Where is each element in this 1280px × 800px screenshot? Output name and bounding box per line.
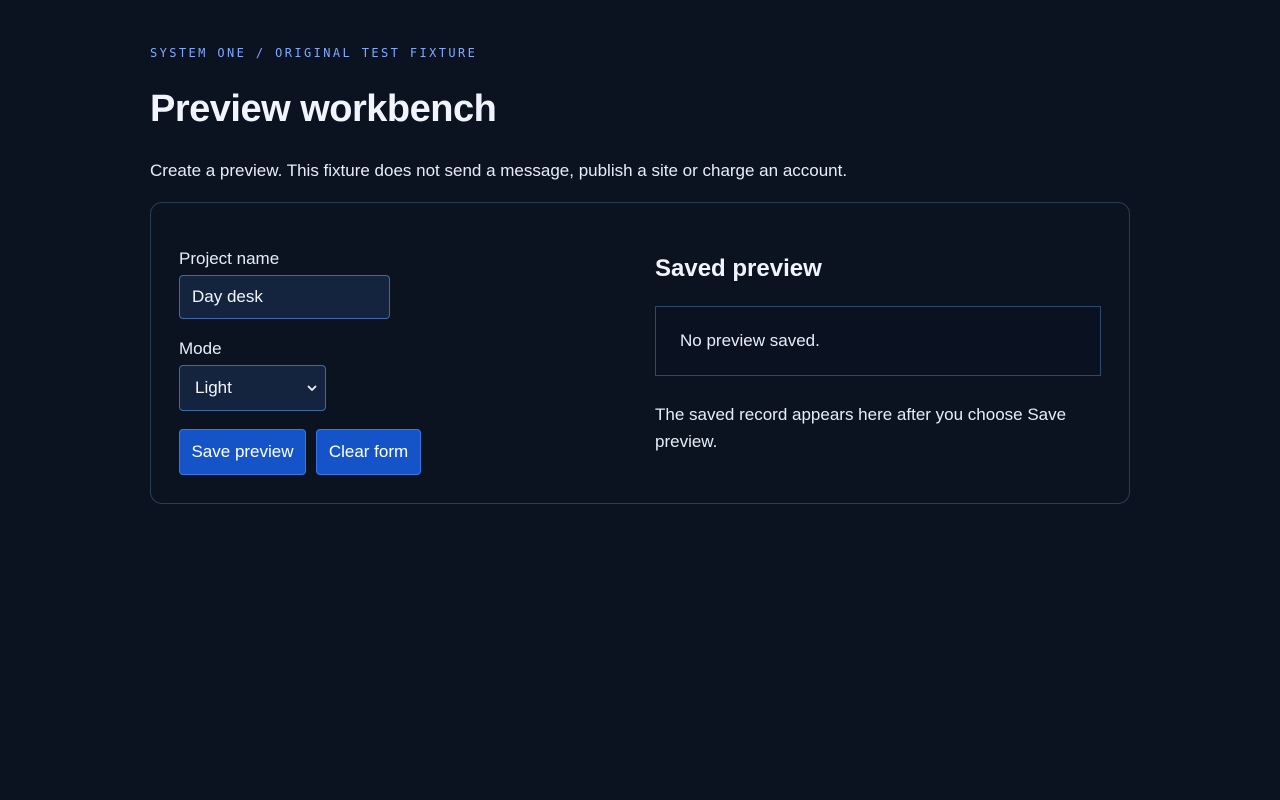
mode-select[interactable]: Light	[179, 365, 326, 411]
page-description: Create a preview. This fixture does not …	[150, 161, 848, 180]
saved-preview-status: No preview saved.	[680, 331, 820, 350]
page-title: Preview workbench	[150, 88, 497, 130]
workbench-panel: Project name Mode Light Save preview Cle…	[150, 202, 1130, 504]
breadcrumb: SYSTEM ONE / ORIGINAL TEST FIXTURE	[150, 46, 478, 60]
clear-form-button[interactable]: Clear form	[316, 429, 421, 475]
mode-select-value: Light	[195, 378, 232, 397]
saved-preview-heading: Saved preview	[655, 255, 822, 282]
project-name-label: Project name	[179, 249, 280, 268]
project-name-input[interactable]	[179, 275, 390, 319]
saved-preview-box: No preview saved.	[655, 306, 1101, 376]
mode-label: Mode	[179, 339, 222, 358]
saved-preview-note: The saved record appears here after you …	[655, 405, 1067, 451]
save-preview-button[interactable]: Save preview	[179, 429, 306, 475]
chevron-down-icon	[307, 385, 317, 391]
